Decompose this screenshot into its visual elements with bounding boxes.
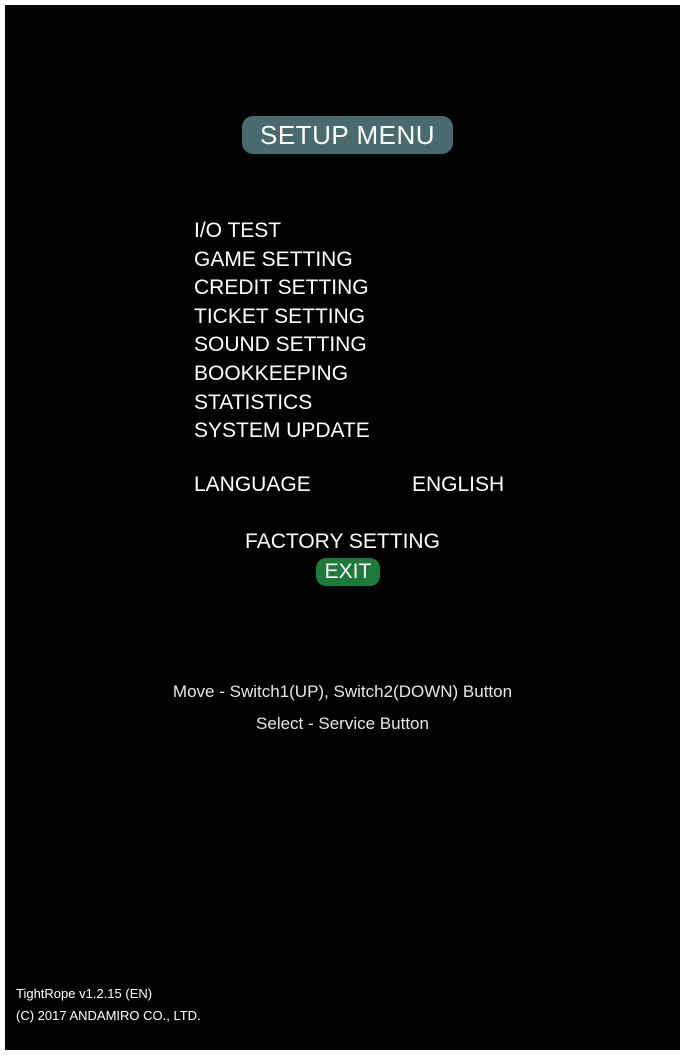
factory-setting-item[interactable]: FACTORY SETTING — [5, 528, 680, 556]
language-option[interactable]: LANGUAGE ENGLISH — [194, 471, 504, 499]
select-help-text: Select - Service Button — [256, 714, 429, 733]
language-value: ENGLISH — [412, 473, 505, 496]
menu-item-system-update[interactable]: SYSTEM UPDATE — [194, 417, 370, 446]
menu-item-game-setting[interactable]: GAME SETTING — [194, 246, 370, 275]
setup-menu-list: I/O TEST GAME SETTING CREDIT SETTING TIC… — [194, 217, 370, 446]
menu-item-bookkeeping[interactable]: BOOKKEEPING — [194, 360, 370, 389]
version-text: TightRope v1.2.15 (EN) — [16, 986, 153, 1001]
exit-button[interactable]: EXIT — [316, 558, 380, 586]
language-label: LANGUAGE — [194, 473, 311, 496]
menu-item-ticket-setting[interactable]: TICKET SETTING — [194, 303, 370, 332]
setup-menu-title: SETUP MENU — [242, 116, 453, 154]
setup-screen: SETUP MENU I/O TEST GAME SETTING CREDIT … — [5, 5, 680, 1050]
menu-item-credit-setting[interactable]: CREDIT SETTING — [194, 274, 370, 303]
menu-item-sound-setting[interactable]: SOUND SETTING — [194, 331, 370, 360]
move-help-text: Move - Switch1(UP), Switch2(DOWN) Button — [172, 682, 513, 701]
menu-item-io-test[interactable]: I/O TEST — [194, 217, 370, 246]
menu-item-statistics[interactable]: STATISTICS — [194, 389, 370, 418]
copyright-text: (C) 2017 ANDAMIRO CO., LTD. — [16, 1008, 201, 1023]
